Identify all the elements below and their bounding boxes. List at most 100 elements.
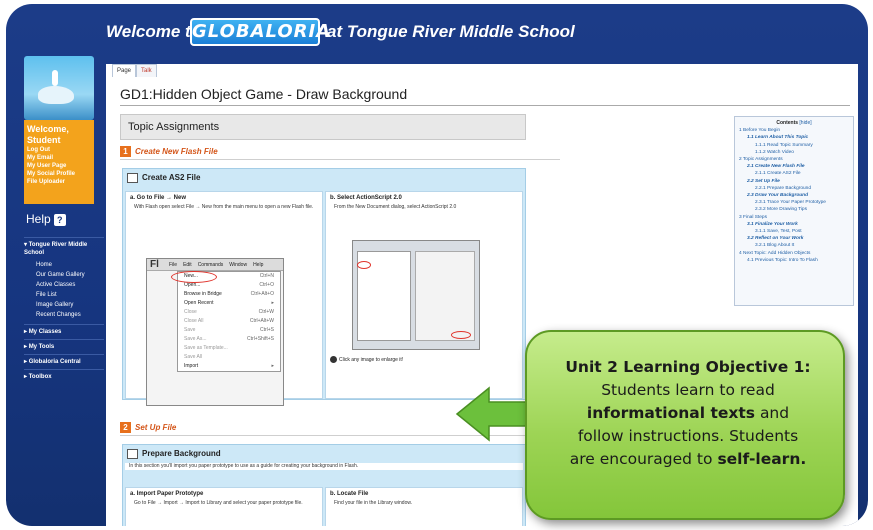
file-menu-screenshot[interactable]: Fl File Edit Commands Window Help New... Ctrl… [146, 258, 284, 406]
nav-section-globaloria-central[interactable]: ▸ Globaloria Central [24, 354, 104, 369]
callout-line4: are encouraged to self-learn. [569, 450, 807, 468]
menu-item-close-all: Close All Ctrl+Alt+W [184, 318, 274, 324]
menu-item-open-recent: Open Recent ▸ [184, 300, 274, 306]
toc-entry[interactable]: 3.1.1 Save, Test, Post [739, 228, 849, 235]
step1-box: Create AS2 File a. Go to File → New With… [122, 168, 526, 406]
document-icon [127, 173, 138, 183]
callout-line1: Students learn to read [601, 381, 775, 399]
step1-box-header: Create AS2 File [123, 169, 525, 187]
menu-item-save-template: Save as Template... [184, 345, 228, 351]
menu-item-browse-bridge: Browse in Bridge Ctrl+Alt+O [184, 291, 274, 297]
greeting-line2: Student [27, 135, 61, 145]
toc-entry[interactable]: 3.1 Finalize Your Work [739, 221, 849, 228]
step1-col-b: b. Select ActionScript 2.0 From the New … [325, 191, 523, 399]
toc-entry[interactable]: 2.2.1 Prepare Background [739, 185, 849, 192]
highlight-circle [451, 331, 471, 339]
toc-list: 1 Before You Begin 1.1 Learn About This T… [739, 127, 849, 264]
step1-col-a: a. Go to File → New With Flash open sele… [125, 191, 323, 406]
magnifier-icon [330, 356, 337, 363]
step1-col-a-text: With Flash open select File → New from t… [134, 204, 314, 210]
file-menu-items: New... Ctrl+N Open... Ctrl+O Browse in Bri… [177, 271, 281, 372]
nav-item-recent-changes[interactable]: Recent Changes [24, 310, 104, 320]
step2-intro: In this section you'll import you paper … [125, 463, 523, 470]
whale-spout-icon [52, 70, 58, 86]
page-title: GD1:Hidden Object Game - Draw Background [120, 86, 850, 106]
new-document-dialog-screenshot[interactable] [352, 240, 480, 350]
step1-col-b-text: From the New Document dialog, select Act… [334, 204, 457, 210]
tab-talk[interactable]: Talk [136, 64, 157, 77]
toc-entry[interactable]: 1.1.1 Read Topic Summary [739, 142, 849, 149]
nav-section-my-tools[interactable]: ▸ My Tools [24, 339, 104, 354]
table-of-contents: Contents [hide] 1 Before You Begin 1.1 Le… [734, 116, 854, 306]
toc-hide-link[interactable]: [hide] [799, 120, 811, 126]
step1-col-b-head: b. Select ActionScript 2.0 [330, 195, 402, 201]
menu-item-import: Import ▸ [184, 363, 274, 369]
toc-entry[interactable]: 1.1.2 Watch Video [739, 149, 849, 156]
step2-col-a-text: Go to File → Import → Import to Library … [134, 500, 303, 506]
dialog-panel [415, 251, 475, 341]
toc-entry[interactable]: 2.1 Create New Flash File [739, 163, 849, 170]
step1-title[interactable]: Create New Flash File [135, 147, 218, 156]
nav-section-toolbox[interactable]: ▸ Toolbox [24, 369, 104, 384]
menu-bar: Fl File Edit Commands Window Help [147, 259, 283, 271]
sidebar-nav: ▾ Tongue River Middle School Home Our Ga… [24, 237, 104, 384]
document-icon [127, 449, 138, 459]
logout-link[interactable]: Log Out [27, 146, 91, 154]
toc-entry[interactable]: 2.3 Draw Your Background [739, 192, 849, 199]
menu-item-close: Close Ctrl+W [184, 309, 274, 315]
greeting-line1: Welcome, [27, 124, 69, 134]
my-social-profile-link[interactable]: My Social Profile [27, 170, 91, 178]
highlight-circle [171, 271, 217, 283]
site-banner: Welcome to GLOBALORIA at Tongue River Mi… [6, 4, 868, 62]
step1-col-a-head: a. Go to File → New [130, 195, 187, 201]
step2-title[interactable]: Set Up File [135, 423, 176, 432]
page-tabs: Page Talk [112, 64, 157, 77]
toc-entry[interactable]: 2.1.1 Create AS2 File [739, 170, 849, 177]
file-uploader-link[interactable]: File Uploader [27, 178, 91, 186]
nav-item-active-classes[interactable]: Active Classes [24, 280, 104, 290]
step2-number: 2 [120, 422, 131, 433]
help-link[interactable]: Help? [26, 212, 66, 226]
topic-assignments-bar: Topic Assignments [120, 114, 526, 140]
avatar[interactable] [24, 56, 94, 120]
my-email-link[interactable]: My Email [27, 154, 91, 162]
toc-entry[interactable]: 1 Before You Begin [739, 127, 849, 134]
toc-entry[interactable]: 3.2.1 Blog About It [739, 242, 849, 249]
menu-item-save-all: Save All [184, 354, 203, 360]
help-label: Help [26, 212, 51, 226]
toc-entry[interactable]: 3 Final Steps [739, 214, 849, 221]
nav-item-file-list[interactable]: File List [24, 290, 104, 300]
nav-section-school[interactable]: ▾ Tongue River Middle School [24, 237, 104, 260]
toc-title: Contents [hide] [776, 120, 812, 126]
toc-entry[interactable]: 1.1 Learn About This Topic [739, 134, 849, 141]
toc-entry[interactable]: 2 Topic Assignments [739, 156, 849, 163]
globaloria-logo[interactable]: GLOBALORIA [190, 18, 330, 46]
nav-section-my-classes[interactable]: ▸ My Classes [24, 324, 104, 339]
step2-box: Prepare Background In this section you'l… [122, 444, 526, 526]
toc-entry[interactable]: 4 Next Topic: Add Hidden Objects [739, 250, 849, 257]
toc-entry[interactable]: 4.1 Previous Topic: Intro To Flash [739, 257, 849, 264]
toc-entry[interactable]: 2.2 Set Up File [739, 178, 849, 185]
nav-item-image-gallery[interactable]: Image Gallery [24, 300, 104, 310]
step2-box-header: Prepare Background [123, 445, 525, 463]
menu-bar-items: File Edit Commands Window Help [169, 262, 264, 268]
step2-col-b-head: b. Locate File [330, 491, 369, 497]
toc-entry[interactable]: 2.3.1 Trace Your Paper Prototype [739, 199, 849, 206]
whale-icon [38, 86, 74, 104]
my-user-page-link[interactable]: My User Page [27, 162, 91, 170]
banner-school: at Tongue River Middle School [327, 22, 575, 41]
banner-welcome: Welcome to [106, 22, 202, 41]
help-icon: ? [53, 214, 66, 226]
toc-entry[interactable]: 3.2 Reflect on Your Work [739, 235, 849, 242]
step2-col-a: a. Import Paper Prototype Go to File → I… [125, 487, 323, 526]
nav-item-home[interactable]: Home [24, 260, 104, 270]
enlarge-hint: Click any image to enlarge it! [330, 356, 403, 363]
step2-col-b: b. Locate File Find your file in the Lib… [325, 487, 523, 526]
menu-item-save: Save Ctrl+S [184, 327, 274, 333]
tab-page[interactable]: Page [112, 64, 137, 77]
callout-title: Unit 2 Learning Objective 1: [565, 358, 811, 376]
callout-line2: informational texts and [586, 404, 790, 422]
nav-item-game-gallery[interactable]: Our Game Gallery [24, 270, 104, 280]
callout-line3: follow instructions. Students [577, 427, 799, 445]
toc-entry[interactable]: 2.3.2 More Drawing Tips [739, 206, 849, 213]
